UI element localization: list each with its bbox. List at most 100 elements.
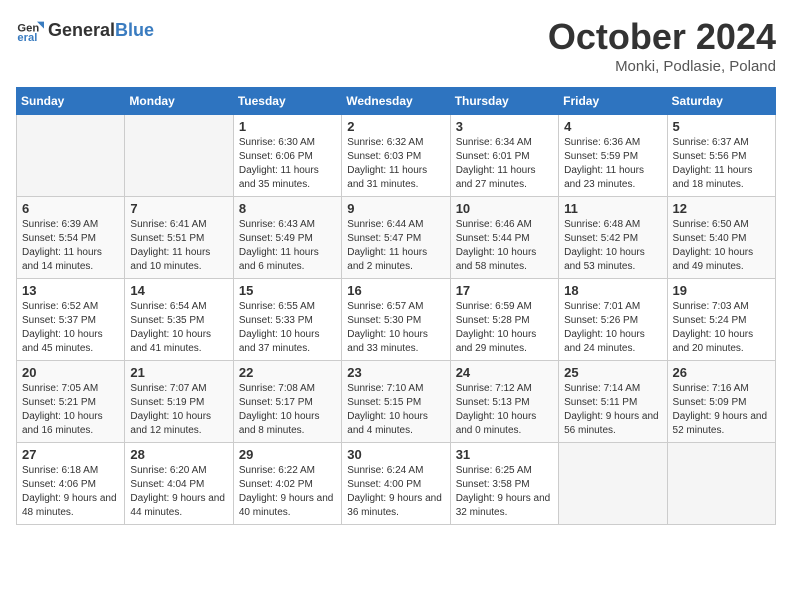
- day-number: 2: [347, 119, 444, 134]
- cell-sun-info: Sunrise: 6:44 AMSunset: 5:47 PMDaylight:…: [347, 218, 444, 274]
- calendar-cell: 21Sunrise: 7:07 AMSunset: 5:19 PMDayligh…: [125, 361, 233, 443]
- location-title: Monki, Podlasie, Poland: [548, 58, 776, 75]
- weekday-header: Sunday: [17, 88, 125, 115]
- cell-sun-info: Sunrise: 6:57 AMSunset: 5:30 PMDaylight:…: [347, 300, 444, 356]
- calendar-cell: 28 Sunrise: 6:20 AMSunset: 4:04 PMDayligh…: [125, 443, 233, 525]
- day-number: 19: [673, 283, 770, 298]
- day-number: 17: [456, 283, 553, 298]
- calendar-cell: 4 Sunrise: 6:36 AMSunset: 5:59 PMDaylight…: [559, 115, 667, 197]
- day-number: 1: [239, 119, 336, 134]
- calendar-cell: [125, 115, 233, 197]
- day-number: 9: [347, 201, 444, 216]
- title-block: October 2024 Monki, Podlasie, Poland: [548, 16, 776, 75]
- day-number: 5: [673, 119, 770, 134]
- day-number: 10: [456, 201, 553, 216]
- weekday-header: Tuesday: [233, 88, 341, 115]
- cell-sun-info: Sunrise: 7:08 AMSunset: 5:17 PMDaylight:…: [239, 382, 336, 438]
- cell-sun-info: Sunrise: 7:05 AMSunset: 5:21 PMDaylight:…: [22, 382, 119, 438]
- day-number: 20: [22, 365, 119, 380]
- cell-sun-info: Sunrise: 6:46 AMSunset: 5:44 PMDaylight:…: [456, 218, 553, 274]
- day-number: 13: [22, 283, 119, 298]
- day-number: 23: [347, 365, 444, 380]
- calendar-cell: 6 Sunrise: 6:39 AMSunset: 5:54 PMDaylight…: [17, 197, 125, 279]
- calendar-cell: 23 Sunrise: 7:10 AMSunset: 5:15 PMDayligh…: [342, 361, 450, 443]
- weekday-header: Saturday: [667, 88, 775, 115]
- calendar-cell: 1 Sunrise: 6:30 AMSunset: 6:06 PMDaylight…: [233, 115, 341, 197]
- calendar-table: SundayMondayTuesdayWednesdayThursdayFrid…: [16, 87, 776, 525]
- cell-sun-info: Sunrise: 6:25 AMSunset: 3:58 PMDaylight:…: [456, 464, 553, 520]
- calendar-cell: 7 Sunrise: 6:41 AMSunset: 5:51 PMDaylight…: [125, 197, 233, 279]
- day-number: 6: [22, 201, 119, 216]
- cell-sun-info: Sunrise: 7:12 AMSunset: 5:13 PMDaylight:…: [456, 382, 553, 438]
- calendar-cell: 26Sunrise: 7:16 AMSunset: 5:09 PMDayligh…: [667, 361, 775, 443]
- day-number: 14: [130, 283, 227, 298]
- cell-sun-info: Sunrise: 6:22 AMSunset: 4:02 PMDaylight:…: [239, 464, 336, 520]
- calendar-cell: 29 Sunrise: 6:22 AMSunset: 4:02 PMDayligh…: [233, 443, 341, 525]
- calendar-header-row: SundayMondayTuesdayWednesdayThursdayFrid…: [17, 88, 776, 115]
- cell-sun-info: Sunrise: 6:55 AMSunset: 5:33 PMDaylight:…: [239, 300, 336, 356]
- calendar-cell: 8 Sunrise: 6:43 AMSunset: 5:49 PMDaylight…: [233, 197, 341, 279]
- day-number: 21: [130, 365, 227, 380]
- day-number: 18: [564, 283, 661, 298]
- day-number: 7: [130, 201, 227, 216]
- calendar-cell: 19 Sunrise: 7:03 AMSunset: 5:24 PMDayligh…: [667, 279, 775, 361]
- day-number: 26: [673, 365, 770, 380]
- calendar-cell: 31Sunrise: 6:25 AMSunset: 3:58 PMDayligh…: [450, 443, 558, 525]
- month-title: October 2024: [548, 16, 776, 58]
- cell-sun-info: Sunrise: 6:37 AMSunset: 5:56 PMDaylight:…: [673, 136, 770, 192]
- cell-sun-info: Sunrise: 6:48 AMSunset: 5:42 PMDaylight:…: [564, 218, 661, 274]
- day-number: 30: [347, 447, 444, 462]
- day-number: 22: [239, 365, 336, 380]
- calendar-cell: 13Sunrise: 6:52 AMSunset: 5:37 PMDayligh…: [17, 279, 125, 361]
- calendar-cell: 25 Sunrise: 7:14 AMSunset: 5:11 PMDayligh…: [559, 361, 667, 443]
- cell-sun-info: Sunrise: 6:41 AMSunset: 5:51 PMDaylight:…: [130, 218, 227, 274]
- weekday-header: Thursday: [450, 88, 558, 115]
- calendar-cell: 3Sunrise: 6:34 AMSunset: 6:01 PMDaylight…: [450, 115, 558, 197]
- cell-sun-info: Sunrise: 6:18 AMSunset: 4:06 PMDaylight:…: [22, 464, 119, 520]
- calendar-week-row: 27 Sunrise: 6:18 AMSunset: 4:06 PMDayligh…: [17, 443, 776, 525]
- cell-sun-info: Sunrise: 7:14 AMSunset: 5:11 PMDaylight:…: [564, 382, 661, 438]
- logo-general-text: General: [48, 20, 115, 41]
- day-number: 28: [130, 447, 227, 462]
- day-number: 27: [22, 447, 119, 462]
- day-number: 8: [239, 201, 336, 216]
- day-number: 4: [564, 119, 661, 134]
- cell-sun-info: Sunrise: 6:50 AMSunset: 5:40 PMDaylight:…: [673, 218, 770, 274]
- calendar-week-row: 6 Sunrise: 6:39 AMSunset: 5:54 PMDaylight…: [17, 197, 776, 279]
- calendar-cell: 30 Sunrise: 6:24 AMSunset: 4:00 PMDayligh…: [342, 443, 450, 525]
- day-number: 25: [564, 365, 661, 380]
- cell-sun-info: Sunrise: 6:24 AMSunset: 4:00 PMDaylight:…: [347, 464, 444, 520]
- cell-sun-info: Sunrise: 7:03 AMSunset: 5:24 PMDaylight:…: [673, 300, 770, 356]
- cell-sun-info: Sunrise: 6:36 AMSunset: 5:59 PMDaylight:…: [564, 136, 661, 192]
- logo-blue-text: Blue: [115, 20, 154, 41]
- calendar-cell: 24 Sunrise: 7:12 AMSunset: 5:13 PMDayligh…: [450, 361, 558, 443]
- calendar-cell: 16Sunrise: 6:57 AMSunset: 5:30 PMDayligh…: [342, 279, 450, 361]
- day-number: 24: [456, 365, 553, 380]
- cell-sun-info: Sunrise: 6:20 AMSunset: 4:04 PMDaylight:…: [130, 464, 227, 520]
- calendar-cell: 17 Sunrise: 6:59 AMSunset: 5:28 PMDayligh…: [450, 279, 558, 361]
- cell-sun-info: Sunrise: 6:59 AMSunset: 5:28 PMDaylight:…: [456, 300, 553, 356]
- page-header: Gen eral General Blue October 2024 Monki…: [16, 16, 776, 75]
- calendar-cell: 12 Sunrise: 6:50 AMSunset: 5:40 PMDayligh…: [667, 197, 775, 279]
- calendar-week-row: 20 Sunrise: 7:05 AMSunset: 5:21 PMDayligh…: [17, 361, 776, 443]
- cell-sun-info: Sunrise: 7:10 AMSunset: 5:15 PMDaylight:…: [347, 382, 444, 438]
- calendar-week-row: 13Sunrise: 6:52 AMSunset: 5:37 PMDayligh…: [17, 279, 776, 361]
- cell-sun-info: Sunrise: 6:30 AMSunset: 6:06 PMDaylight:…: [239, 136, 336, 192]
- cell-sun-info: Sunrise: 6:39 AMSunset: 5:54 PMDaylight:…: [22, 218, 119, 274]
- calendar-cell: 10 Sunrise: 6:46 AMSunset: 5:44 PMDayligh…: [450, 197, 558, 279]
- day-number: 29: [239, 447, 336, 462]
- calendar-cell: [17, 115, 125, 197]
- calendar-cell: 2 Sunrise: 6:32 AMSunset: 6:03 PMDaylight…: [342, 115, 450, 197]
- cell-sun-info: Sunrise: 6:43 AMSunset: 5:49 PMDaylight:…: [239, 218, 336, 274]
- day-number: 12: [673, 201, 770, 216]
- calendar-cell: [559, 443, 667, 525]
- weekday-header: Monday: [125, 88, 233, 115]
- calendar-cell: 20 Sunrise: 7:05 AMSunset: 5:21 PMDayligh…: [17, 361, 125, 443]
- day-number: 11: [564, 201, 661, 216]
- cell-sun-info: Sunrise: 7:01 AMSunset: 5:26 PMDaylight:…: [564, 300, 661, 356]
- weekday-header: Friday: [559, 88, 667, 115]
- cell-sun-info: Sunrise: 6:54 AMSunset: 5:35 PMDaylight:…: [130, 300, 227, 356]
- logo-icon: Gen eral: [16, 16, 44, 44]
- calendar-body: 1 Sunrise: 6:30 AMSunset: 6:06 PMDaylight…: [17, 115, 776, 525]
- cell-sun-info: Sunrise: 6:32 AMSunset: 6:03 PMDaylight:…: [347, 136, 444, 192]
